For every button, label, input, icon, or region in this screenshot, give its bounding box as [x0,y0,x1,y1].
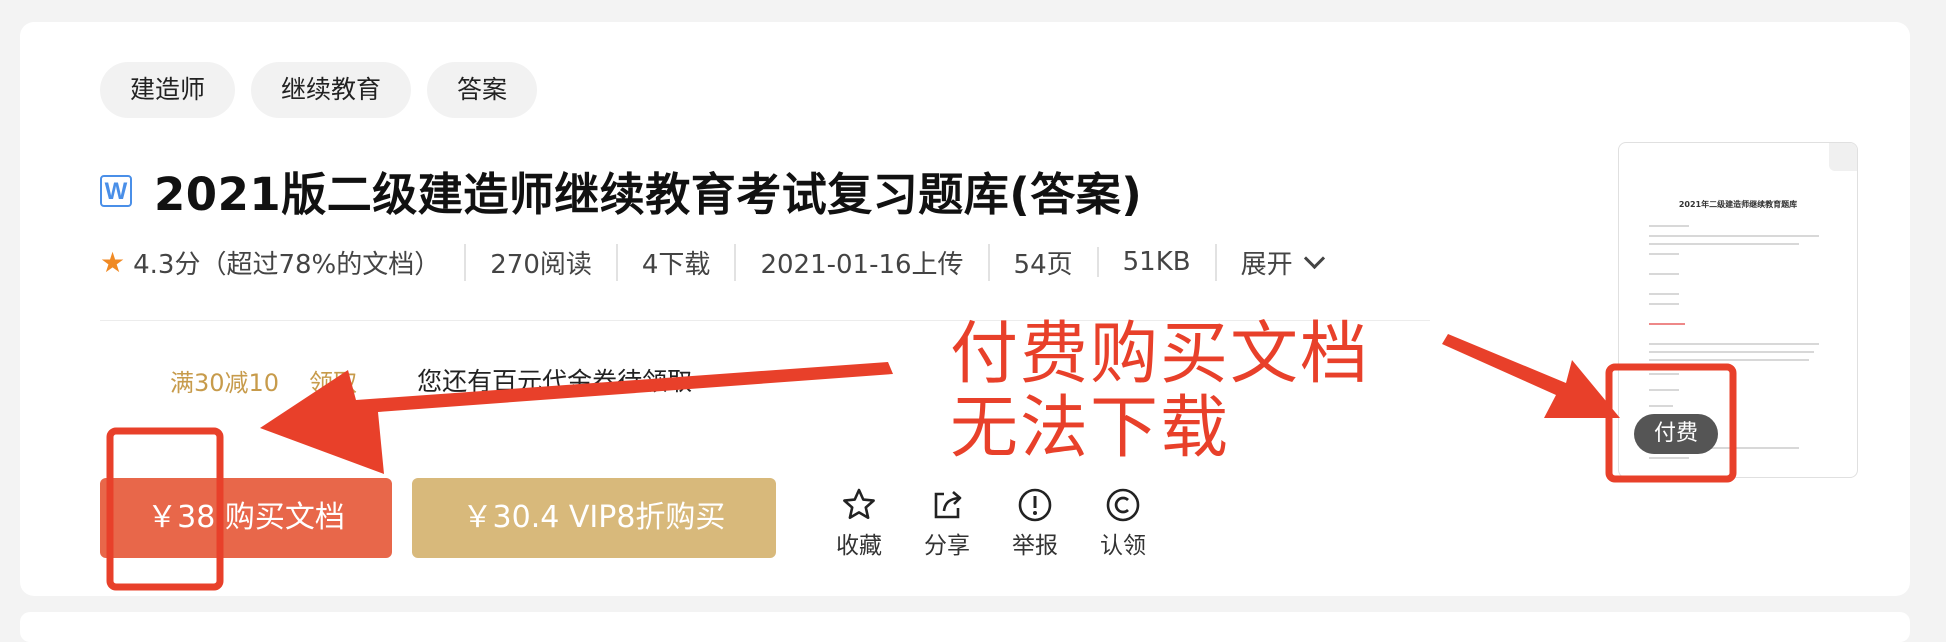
expand-label: 展开 [1240,249,1293,280]
rating: ★ 4.3分（超过78%的文档） [100,244,464,281]
preview-line [1649,343,1819,345]
preview-line [1649,243,1799,245]
preview-line [1649,457,1689,459]
coupon-claim-link[interactable]: 领取 [309,363,357,398]
claim-button[interactable]: 认领 [1094,486,1152,560]
annotation-line-2: 无法下载 [950,389,1231,468]
report-button[interactable]: 举报 [1006,486,1064,560]
download-count: 4下载 [615,243,735,281]
preview-line [1649,359,1809,361]
favorite-button[interactable]: 收藏 [830,486,888,560]
annotation-line-1: 付费购买文档 [950,315,1371,394]
preview-line [1649,253,1679,255]
preview-line [1649,293,1679,295]
file-size: 51KB [1096,247,1215,277]
document-meta: ★ 4.3分（超过78%的文档） 270阅读 4下载 2021-01-16上传 … [100,243,1346,281]
report-label: 举报 [1012,533,1058,559]
rating-text: 4.3分（超过78%的文档） [133,249,441,280]
expand-button[interactable]: 展开 [1214,243,1346,281]
title-row: W 2021版二级建造师继续教育考试复习题库(答案) [100,158,1142,223]
preview-line [1649,273,1679,275]
favorite-label: 收藏 [836,533,882,559]
preview-line [1649,389,1679,391]
paid-badge: 付费 [1634,414,1718,454]
annotation-text: 付费购买文档 无法下载 [950,318,1370,466]
preview-doc-title: 2021年二级建造师继续教育题库 [1678,200,1798,209]
tag-answers[interactable]: 答案 [427,62,538,118]
copyright-icon [1106,488,1140,522]
star-outline-icon [843,488,875,519]
vip-buy-button[interactable]: ￥30.4 VIP8折购买 [412,478,776,558]
chevron-down-icon [1303,247,1325,269]
claim-label: 认领 [1100,533,1146,559]
upload-date: 2021-01-16上传 [734,243,987,281]
star-icon: ★ [100,245,126,279]
preview-line [1649,235,1819,237]
alert-icon [1018,488,1052,522]
coupon-tip: 您还有百元代金券待领取 [417,367,693,396]
share-icon [934,491,962,519]
page-fold [1829,143,1857,171]
word-doc-icon: W [100,174,132,207]
coupon-amount: 满30减10 [170,368,280,397]
share-label: 分享 [924,533,970,559]
preview-line [1649,303,1679,305]
next-card-edge [20,612,1910,642]
buy-document-button[interactable]: ￥38 购买文档 [100,478,392,558]
tag-list: 建造师 继续教育 答案 [100,62,538,118]
page-count: 54页 [987,243,1097,281]
tag-continuing-education[interactable]: 继续教育 [251,62,412,118]
preview-line [1649,373,1679,375]
preview-line [1649,225,1689,227]
preview-answer-line [1649,323,1685,325]
coupon-bar: 满30减10 领取 您还有百元代金券待领取 [170,362,692,398]
preview-line [1649,351,1814,353]
action-bar: 收藏 分享 举报 认领 [830,486,1152,560]
document-title: 2021版二级建造师继续教育考试复习题库(答案) [154,168,1143,221]
preview-line [1649,405,1673,407]
read-count: 270阅读 [464,243,616,281]
tag-construction-engineer[interactable]: 建造师 [100,62,236,118]
share-button[interactable]: 分享 [918,486,976,560]
